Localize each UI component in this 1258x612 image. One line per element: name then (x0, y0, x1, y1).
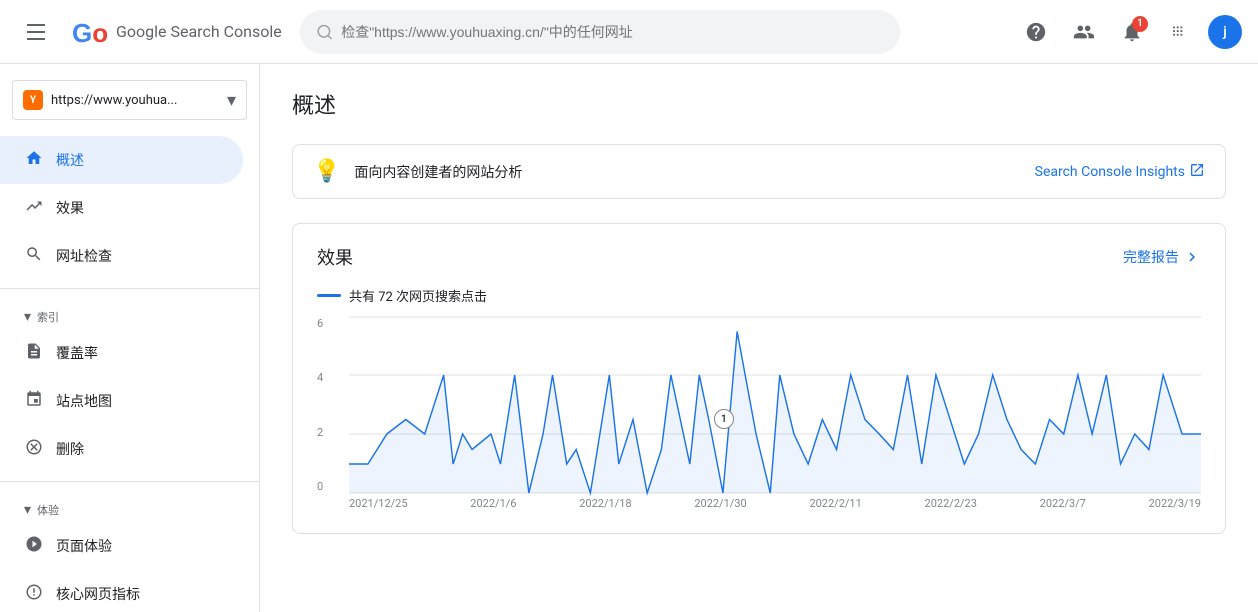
section-label-experience: ▾ 体验 (0, 490, 259, 522)
bulb-icon: 💡 (313, 159, 340, 184)
x-label-6: 2022/3/7 (1040, 497, 1086, 517)
sidebar-item-page-experience[interactable]: 页面体验 (0, 522, 243, 570)
sidebar-item-url-inspection[interactable]: 网址检查 (0, 232, 243, 280)
sidebar-item-sitemap[interactable]: 站点地图 (0, 377, 243, 425)
section-index-text: 索引 (37, 309, 59, 325)
external-link-icon (1189, 162, 1205, 182)
full-report-label: 完整报告 (1123, 247, 1179, 267)
x-label-0: 2021/12/25 (349, 497, 408, 517)
sidebar-item-performance[interactable]: 效果 (0, 184, 243, 232)
section-experience-text: 体验 (37, 502, 59, 518)
sidebar-url-inspection-label: 网址检查 (56, 246, 112, 266)
chart-legend: 共有 72 次网页搜索点击 (317, 286, 1201, 305)
home-icon (24, 149, 44, 172)
sitemap-icon (24, 390, 44, 413)
coverage-icon (24, 342, 44, 365)
insight-text: 面向内容创建者的网站分析 (354, 162, 1034, 182)
chevron-experience-icon: ▾ (24, 502, 31, 518)
avatar[interactable]: j (1208, 15, 1242, 49)
site-url-label: https://www.youhua... (51, 93, 219, 108)
sidebar-item-core-web-vitals[interactable]: 核心网页指标 (0, 570, 243, 612)
y-label-4: 4 (317, 371, 345, 384)
chart-header: 效果 完整报告 (317, 244, 1201, 270)
removals-icon (24, 438, 44, 461)
sidebar: Y https://www.youhua... ▾ 概述 效果 网址检查 (0, 64, 260, 612)
page-title: 概述 (292, 88, 1226, 120)
sidebar-sitemap-label: 站点地图 (56, 391, 112, 411)
chart-svg-area: 1 (349, 317, 1201, 493)
insight-banner: 💡 面向内容创建者的网站分析 Search Console Insights (292, 144, 1226, 199)
search-bar[interactable] (300, 10, 900, 54)
core-web-vitals-icon (24, 583, 44, 606)
nav-divider-1 (0, 288, 259, 289)
help-button[interactable] (1016, 12, 1056, 52)
menu-button[interactable] (16, 12, 56, 52)
sidebar-item-overview[interactable]: 概述 (0, 136, 243, 184)
x-label-7: 2022/3/19 (1149, 497, 1201, 517)
layout: Y https://www.youhua... ▾ 概述 效果 网址检查 (0, 64, 1258, 612)
help-icon (1025, 21, 1047, 43)
chart-card: 效果 完整报告 共有 72 次网页搜索点击 0 2 4 6 (292, 223, 1226, 534)
x-label-2: 2022/1/18 (579, 497, 631, 517)
apps-icon (1169, 21, 1191, 43)
insight-link[interactable]: Search Console Insights (1035, 162, 1205, 182)
accounts-icon (1073, 21, 1095, 43)
sidebar-performance-label: 效果 (56, 198, 84, 218)
x-label-4: 2022/2/11 (809, 497, 861, 517)
topbar: Google Google Search Console 1 j (0, 0, 1258, 64)
logo-area: Google Google Search Console (68, 12, 288, 52)
topbar-right: 1 j (1016, 12, 1242, 52)
search-nav-icon (24, 245, 44, 268)
chevron-right-icon (1183, 248, 1201, 266)
nav-divider-2 (0, 481, 259, 482)
chart-tooltip: 1 (714, 409, 734, 429)
chart-legend-label: 共有 72 次网页搜索点击 (349, 286, 487, 305)
line-chart-svg (349, 317, 1201, 493)
y-label-0: 0 (317, 480, 345, 493)
google-logo-icon: Google (68, 12, 108, 52)
notifications-button[interactable]: 1 (1112, 12, 1152, 52)
sidebar-removals-label: 删除 (56, 439, 84, 459)
sidebar-item-coverage[interactable]: 覆盖率 (0, 329, 243, 377)
apps-button[interactable] (1160, 12, 1200, 52)
chevron-index-icon: ▾ (24, 309, 31, 325)
main-content: 概述 💡 面向内容创建者的网站分析 Search Console Insight… (260, 64, 1258, 612)
svg-text:Google: Google (72, 18, 108, 48)
chart-container: 0 2 4 6 (317, 317, 1201, 517)
chart-y-axis: 0 2 4 6 (317, 317, 345, 493)
notification-badge: 1 (1132, 16, 1148, 32)
y-label-6: 6 (317, 317, 345, 330)
full-report-link[interactable]: 完整报告 (1123, 247, 1201, 267)
site-selector[interactable]: Y https://www.youhua... ▾ (12, 80, 247, 120)
page-experience-icon (24, 535, 44, 558)
x-label-3: 2022/1/30 (694, 497, 746, 517)
search-input[interactable] (341, 24, 884, 40)
chart-title: 效果 (317, 244, 353, 270)
site-chevron-icon: ▾ (227, 90, 236, 111)
site-favicon: Y (23, 90, 43, 110)
sidebar-overview-label: 概述 (56, 150, 84, 170)
accounts-button[interactable] (1064, 12, 1104, 52)
trend-icon (24, 197, 44, 220)
y-label-2: 2 (317, 426, 345, 439)
sidebar-core-web-vitals-label: 核心网页指标 (56, 584, 140, 604)
legend-line-icon (317, 294, 341, 297)
insight-link-label: Search Console Insights (1035, 164, 1185, 180)
hamburger-icon (27, 24, 45, 40)
sidebar-item-removals[interactable]: 删除 (0, 425, 243, 473)
sidebar-page-experience-label: 页面体验 (56, 536, 112, 556)
x-label-5: 2022/2/23 (925, 497, 977, 517)
section-label-index: ▾ 索引 (0, 297, 259, 329)
app-title: Google Search Console (116, 22, 282, 41)
x-label-1: 2022/1/6 (470, 497, 516, 517)
search-icon (316, 23, 333, 41)
chart-x-axis: 2021/12/25 2022/1/6 2022/1/18 2022/1/30 … (349, 497, 1201, 517)
sidebar-coverage-label: 覆盖率 (56, 343, 98, 363)
